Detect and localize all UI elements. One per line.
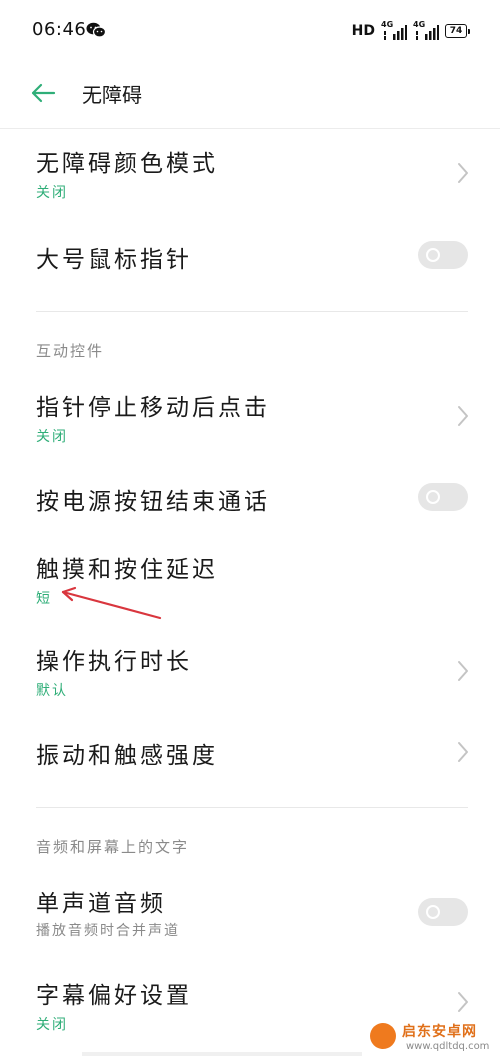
chevron-right-icon [458,163,468,183]
page-title: 无障碍 [82,83,142,107]
vibration-item[interactable]: 振动和触感强度 [0,714,500,790]
power-end-call-toggle[interactable] [418,483,468,511]
touch-hold-delay-value: 短 [36,591,52,607]
dwell-click-value: 关闭 [36,429,68,445]
chevron-right-icon [458,406,468,426]
section-divider [36,807,468,808]
mono-audio-toggle[interactable] [418,898,468,926]
color-mode-value: 关闭 [36,185,68,201]
arrow-left-icon[interactable] [30,80,56,106]
section-header-audio: 音频和屏幕上的文字 [36,838,190,856]
power-end-call-item: 按电源按钮结束通话 [0,460,500,536]
hd-label: HD [351,23,375,39]
battery-icon: 74 [445,24,470,38]
section-divider [36,311,468,312]
screen: 06:46 HD 4G 4G 74 无障碍 无障碍颜色模式 关闭 大号鼠标指针 … [0,0,500,1057]
touch-hold-delay-title: 触摸和按住延迟 [36,557,218,583]
action-time-title: 操作执行时长 [36,649,192,675]
power-end-call-title: 按电源按钮结束通话 [36,489,270,515]
status-indicators: HD 4G 4G 74 [352,20,470,42]
dwell-click-title: 指针停止移动后点击 [36,395,270,421]
caption-prefs-value: 关闭 [36,1017,68,1033]
caption-prefs-title: 字幕偏好设置 [36,983,192,1009]
bottom-edge [82,1052,362,1056]
chevron-right-icon [458,661,468,681]
mono-audio-subtitle: 播放音频时合并声道 [36,923,180,939]
status-time: 06:46 [32,19,87,40]
battery-level: 74 [445,24,467,38]
mono-audio-title: 单声道音频 [36,891,166,917]
action-time-item[interactable]: 操作执行时长 默认 [0,626,500,714]
mono-audio-item: 单声道音频 播放音频时合并声道 [0,870,500,960]
color-mode-item[interactable]: 无障碍颜色模式 关闭 [0,130,500,216]
vibration-title: 振动和触感强度 [36,743,218,769]
header-divider [0,128,500,129]
watermark-url: www.qdltdq.com [406,1041,490,1052]
color-mode-title: 无障碍颜色模式 [36,151,218,177]
site-watermark: 启东安卓网 www.qdltdq.com [366,1020,500,1057]
signal-icon-2: 4G [413,20,439,41]
signal-2-label: 4G [413,20,426,29]
chevron-right-icon [458,742,468,762]
large-pointer-item: 大号鼠标指针 [0,216,500,296]
annotation-arrow [61,586,162,620]
action-time-value: 默认 [36,683,68,699]
section-header-interaction: 互动控件 [36,342,105,360]
signal-1-label: 4G [381,20,394,29]
large-pointer-toggle[interactable] [418,241,468,269]
large-pointer-title: 大号鼠标指针 [36,247,192,273]
app-header: 无障碍 [0,62,500,126]
watermark-logo-icon [370,1023,396,1049]
watermark-name: 启东安卓网 [402,1024,477,1040]
chevron-right-icon [458,992,468,1012]
dwell-click-item[interactable]: 指针停止移动后点击 关闭 [0,374,500,460]
wechat-icon [86,22,106,38]
status-bar: 06:46 HD 4G 4G 74 [0,0,500,62]
signal-icon: 4G [381,20,407,41]
